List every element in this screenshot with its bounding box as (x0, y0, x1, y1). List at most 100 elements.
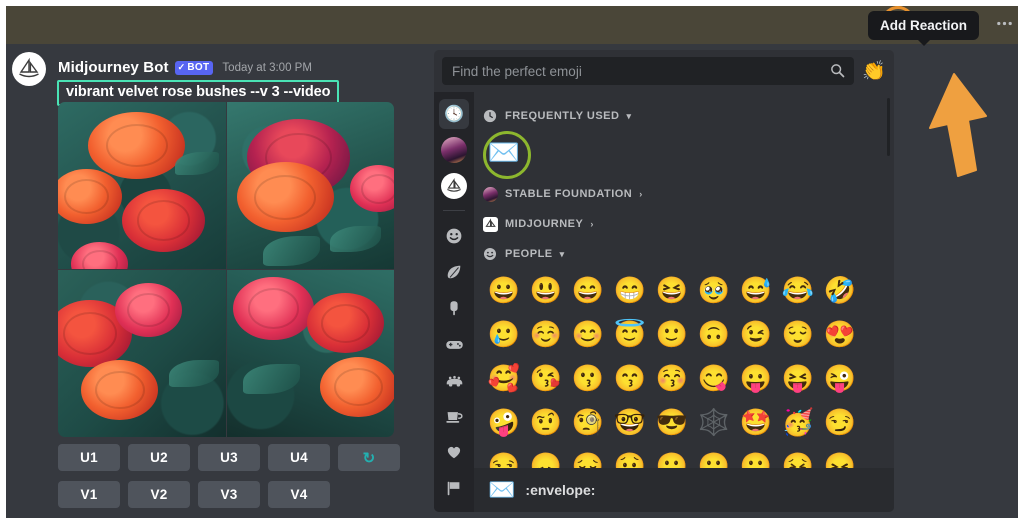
emoji-cell[interactable]: 😚 (652, 358, 692, 398)
emoji-cell[interactable]: 😂 (778, 270, 818, 310)
variation-button-v3[interactable]: V3 (198, 481, 260, 508)
emoji-cell[interactable]: ☺️ (526, 314, 566, 354)
emoji-category-rail: 🕓 (434, 92, 474, 512)
emoji-cell[interactable]: 😊 (568, 314, 608, 354)
chevron-down-icon[interactable]: ▾ (560, 249, 565, 260)
category-header-frequently-used[interactable]: FREQUENTLY USED ▾ (482, 104, 894, 128)
vehicle-icon (446, 375, 462, 387)
emoji-cell[interactable]: 😃 (526, 270, 566, 310)
emoji-cell[interactable]: 😌 (778, 314, 818, 354)
emoji-scroll-list[interactable]: FREQUENTLY USED ▾ ✉️ STABLE FOUNDATION › (474, 92, 894, 480)
emoji-cell[interactable]: 😝 (778, 358, 818, 398)
emoji-cell[interactable]: 😀 (484, 270, 524, 310)
server-icon (482, 216, 498, 232)
emoji-cell[interactable]: 😎 (652, 402, 692, 442)
emoji-glyph: 😇 (613, 319, 647, 349)
emoji-cell[interactable]: 🕸️ (694, 402, 734, 442)
emoji-glyph: 😆 (655, 275, 689, 305)
emoji-envelope[interactable]: ✉️ (483, 131, 531, 179)
emoji-cell[interactable]: 😏 (820, 402, 860, 442)
emoji-cell[interactable]: 😄 (568, 270, 608, 310)
chevron-right-icon[interactable]: › (590, 219, 594, 229)
avatar[interactable] (12, 52, 46, 86)
clock-icon: 🕓 (444, 106, 464, 123)
emoji-glyph: 😅 (739, 275, 773, 305)
rail-item-midjourney[interactable] (439, 171, 469, 201)
emoji-cell[interactable]: 🤩 (736, 402, 776, 442)
rail-item-stable-foundation[interactable] (439, 135, 469, 165)
rail-item-symbols[interactable] (439, 437, 469, 467)
emoji-cell[interactable]: 😛 (736, 358, 776, 398)
emoji-cell[interactable]: 😘 (526, 358, 566, 398)
upscale-button-u3[interactable]: U3 (198, 444, 260, 471)
emoji-cell[interactable]: 😜 (820, 358, 860, 398)
emoji-cell[interactable]: 😅 (736, 270, 776, 310)
chevron-down-icon[interactable]: ▾ (626, 111, 631, 122)
image-cell-3[interactable] (58, 270, 226, 437)
rail-item-activities[interactable] (439, 329, 469, 359)
emoji-cell[interactable]: 😁 (610, 270, 650, 310)
rose-shape (121, 188, 206, 253)
message-author[interactable]: Midjourney Bot (58, 59, 169, 76)
emoji-cell[interactable]: 😇 (610, 314, 650, 354)
reroll-button[interactable]: ↻ (338, 444, 400, 471)
emoji-glyph: 😚 (655, 363, 689, 393)
category-label: PEOPLE (505, 248, 553, 260)
rail-item-travel[interactable] (439, 365, 469, 395)
more-options-button[interactable] (995, 14, 1014, 33)
emoji-cell[interactable]: 🥳 (778, 402, 818, 442)
emoji-search-wrapper[interactable] (442, 57, 855, 85)
emoji-cell[interactable]: 🙃 (694, 314, 734, 354)
emoji-picker[interactable]: 👏 🕓 (434, 50, 894, 512)
emoji-glyph: ✉️ (487, 137, 521, 167)
emoji-cell[interactable]: 🙂 (652, 314, 692, 354)
clap-emoji-icon[interactable]: 👏 (862, 62, 886, 81)
generated-image-grid[interactable] (58, 102, 394, 437)
emoji-cell[interactable]: 😉 (736, 314, 776, 354)
cursor-pointer-icon (928, 72, 994, 187)
emoji-cell[interactable]: 🤨 (526, 402, 566, 442)
variation-button-v1[interactable]: V1 (58, 481, 120, 508)
variation-button-v2[interactable]: V2 (128, 481, 190, 508)
variation-button-v4[interactable]: V4 (268, 481, 330, 508)
rail-item-nature[interactable] (439, 257, 469, 287)
upscale-button-u1[interactable]: U1 (58, 444, 120, 471)
emoji-cell[interactable]: 😗 (568, 358, 608, 398)
rail-item-objects[interactable] (439, 401, 469, 431)
emoji-glyph: 🥹 (697, 275, 731, 305)
search-icon[interactable] (830, 63, 845, 83)
chevron-right-icon[interactable]: › (639, 189, 643, 199)
category-label: FREQUENTLY USED (505, 110, 620, 122)
upscale-button-u4[interactable]: U4 (268, 444, 330, 471)
variation-button-row: V1 V2 V3 V4 (58, 481, 330, 508)
rail-item-frequently-used[interactable]: 🕓 (439, 99, 469, 129)
rose-shape (114, 283, 182, 337)
emoji-cell[interactable]: 😆 (652, 270, 692, 310)
emoji-search-input[interactable] (452, 63, 827, 79)
category-header-midjourney[interactable]: MIDJOURNEY › (482, 212, 894, 236)
image-cell-4[interactable] (226, 270, 394, 437)
emoji-glyph: 🤓 (613, 407, 647, 437)
emoji-cell[interactable]: 🤣 (820, 270, 860, 310)
category-header-stable-foundation[interactable]: STABLE FOUNDATION › (482, 182, 894, 206)
emoji-cell[interactable]: 🤪 (484, 402, 524, 442)
emoji-glyph: 🤨 (529, 407, 563, 437)
emoji-cell[interactable]: 🧐 (568, 402, 608, 442)
emoji-cell[interactable]: 😍 (820, 314, 860, 354)
emoji-cell[interactable]: 😋 (694, 358, 734, 398)
emoji-cell[interactable]: 🥰 (484, 358, 524, 398)
emoji-cell[interactable]: 🥹 (694, 270, 734, 310)
emoji-cell[interactable]: 🥲 (484, 314, 524, 354)
image-cell-2[interactable] (226, 102, 394, 269)
emoji-cell[interactable]: 🤓 (610, 402, 650, 442)
upscale-button-u2[interactable]: U2 (128, 444, 190, 471)
image-cell-1[interactable] (58, 102, 226, 269)
rail-item-food[interactable] (439, 293, 469, 323)
category-header-people[interactable]: PEOPLE ▾ (482, 242, 894, 266)
emoji-list-scrollbar[interactable] (887, 98, 890, 156)
rail-item-flags[interactable] (439, 473, 469, 503)
server-avatar-midjourney (441, 173, 467, 199)
rail-item-people[interactable] (439, 221, 469, 251)
emoji-cell[interactable]: 😙 (610, 358, 650, 398)
emoji-picker-footer: ✉️ :envelope: (474, 468, 894, 512)
